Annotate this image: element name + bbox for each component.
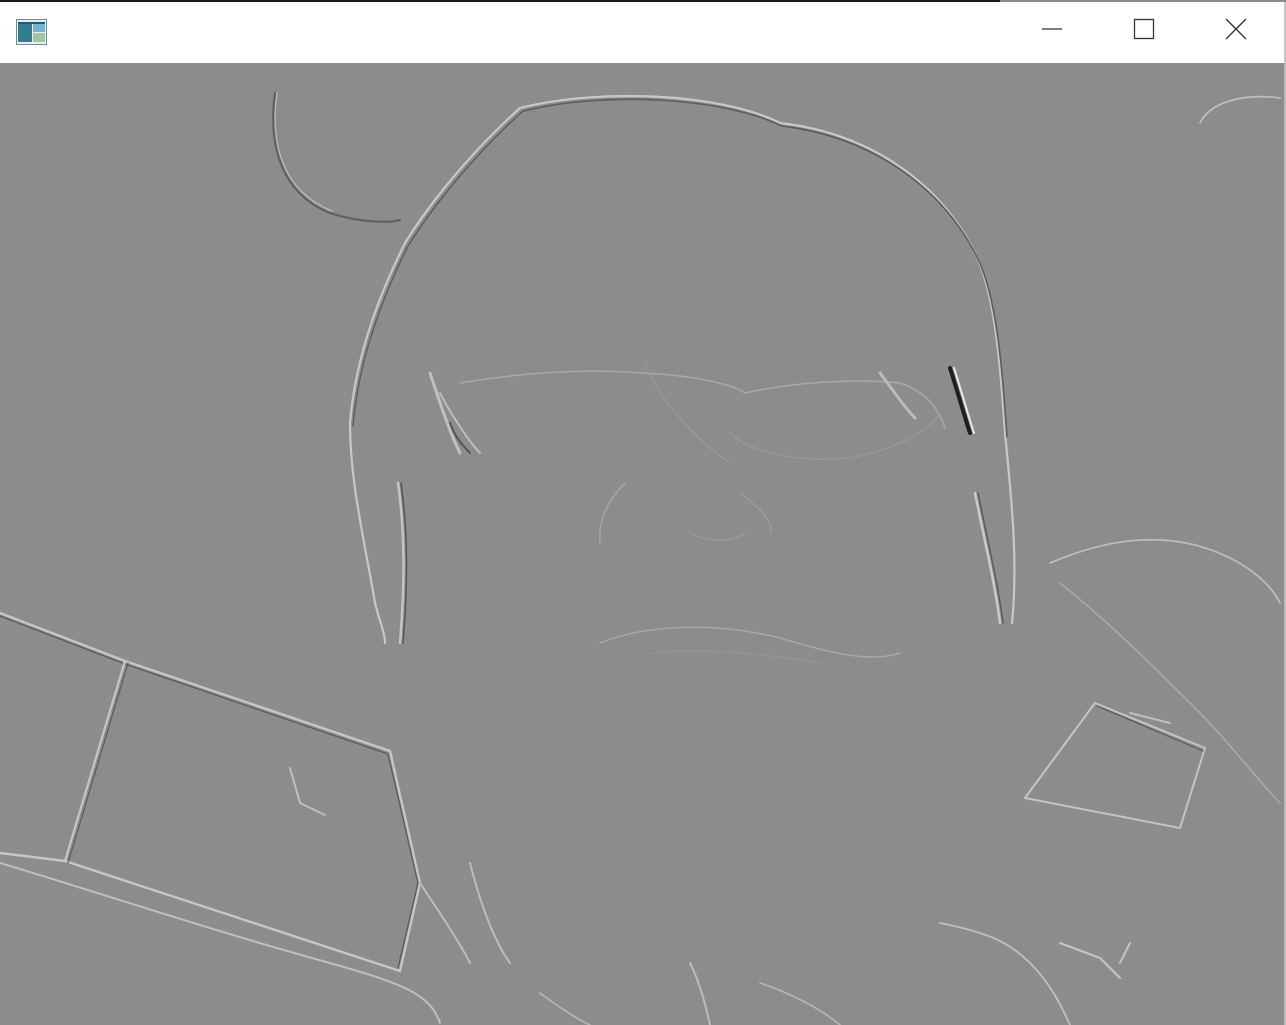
embossed-camera-image bbox=[0, 63, 1284, 1025]
minimize-button[interactable] bbox=[1006, 2, 1098, 60]
close-button[interactable] bbox=[1190, 2, 1282, 60]
image-viewport[interactable] bbox=[0, 63, 1286, 1025]
maximize-button[interactable] bbox=[1098, 2, 1190, 60]
maximize-icon bbox=[1133, 18, 1155, 45]
close-icon bbox=[1225, 18, 1247, 45]
minimize-icon bbox=[1041, 18, 1063, 45]
title-bar[interactable] bbox=[0, 2, 1286, 63]
app-window bbox=[0, 0, 1286, 1025]
app-window-icon[interactable] bbox=[16, 19, 47, 45]
